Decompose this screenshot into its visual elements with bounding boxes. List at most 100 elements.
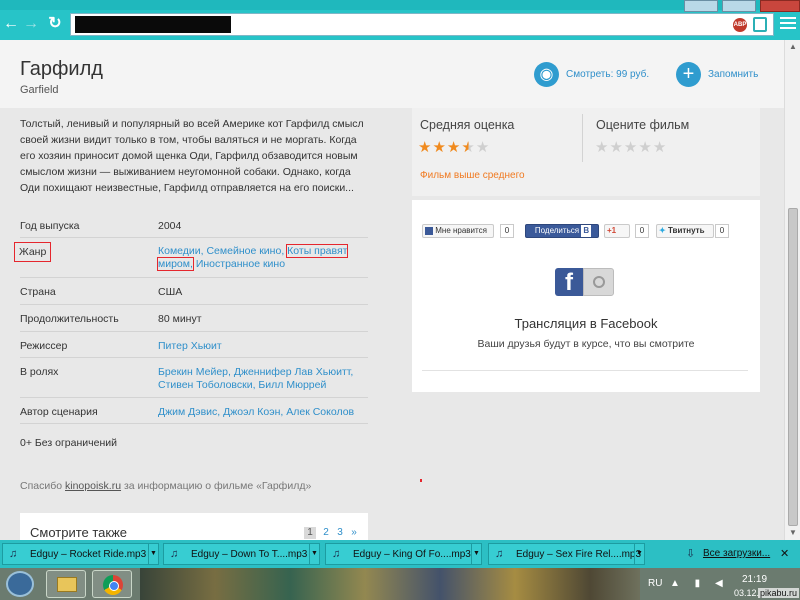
- facebook-broadcast-subtitle: Ваши друзья будут в курсе, что вы смотри…: [477, 338, 695, 350]
- cast-links[interactable]: Брекин Мейер, Дженнифер Лав Хьюитт, Стив…: [158, 366, 368, 392]
- menu-icon[interactable]: [780, 17, 796, 31]
- cast-label: В ролях: [20, 366, 59, 378]
- taskbar: RU ▲ ▮ ◀ 21:19 03.12. pikabu.ru: [0, 568, 800, 600]
- gplus-label: +1: [607, 226, 617, 235]
- detail-row-cast: В ролях Брекин Мейер, Дженнифер Лав Хьюи…: [20, 358, 368, 398]
- star-icon[interactable]: ★: [653, 139, 667, 156]
- page-1-button[interactable]: 1: [304, 527, 316, 539]
- source-credit-suffix: за информацию о фильме «Гарфилд»: [123, 480, 312, 492]
- director-label: Режиссер: [20, 340, 68, 352]
- back-arrow-icon[interactable]: ←: [2, 15, 20, 33]
- chrome-icon: [103, 575, 123, 595]
- star-icon[interactable]: ★: [624, 139, 638, 156]
- red-dot: [420, 479, 422, 482]
- chevron-down-icon[interactable]: ▼: [634, 544, 644, 564]
- scroll-up-icon[interactable]: ▲: [788, 42, 798, 52]
- year-value: 2004: [158, 220, 182, 232]
- adblock-icon[interactable]: ABP: [733, 18, 747, 32]
- scroll-down-icon[interactable]: ▼: [788, 528, 798, 538]
- age-rating: 0+ Без ограничений: [20, 437, 117, 449]
- see-also-panel: Смотрите также 1 2 3 »: [20, 513, 368, 540]
- maximize-button[interactable]: [722, 0, 756, 12]
- download-filename: Edguy – Sex Fire Rel....mp3: [516, 549, 642, 560]
- chevron-down-icon[interactable]: ▼: [309, 544, 319, 564]
- plus-icon[interactable]: +: [676, 62, 701, 87]
- close-window-button[interactable]: [760, 0, 800, 12]
- clock-time[interactable]: 21:19: [742, 574, 767, 585]
- page-content: Гарфилд Garfield ◉ Смотреть: 99 руб. + З…: [0, 40, 784, 540]
- facebook-broadcast-toggle[interactable]: [583, 268, 614, 296]
- tweet-button[interactable]: ✦ Твитнуть: [656, 224, 714, 238]
- writer-links[interactable]: Джим Дэвис, Джоэл Коэн, Алек Соколов: [158, 406, 368, 419]
- download-item[interactable]: ♫ Edguy – Down To T....mp3 ▼: [163, 543, 320, 565]
- movie-header: Гарфилд Garfield ◉ Смотреть: 99 руб. + З…: [0, 40, 784, 108]
- chevron-down-icon[interactable]: ▼: [471, 544, 481, 564]
- rating-panel: Средняя оценка Оцените фильм ★★★★★ ★★★★★…: [412, 108, 760, 196]
- minimize-button[interactable]: [684, 0, 718, 12]
- star-icon[interactable]: ★: [609, 139, 623, 156]
- eye-icon[interactable]: ◉: [534, 62, 559, 87]
- save-button[interactable]: Запомнить: [708, 69, 758, 80]
- see-also-title: Смотрите также: [30, 525, 128, 540]
- genre-link-world[interactable]: миром,: [157, 257, 194, 271]
- facebook-broadcast-title: Трансляция в Facebook: [514, 316, 658, 331]
- scrollbar-thumb[interactable]: [788, 208, 798, 526]
- toggle-off-icon: [593, 276, 605, 288]
- twitter-bird-icon: ✦: [659, 226, 666, 235]
- gplus-count: 0: [635, 224, 649, 238]
- vk-share-button[interactable]: Поделиться В: [525, 224, 599, 238]
- star-icon: ★: [461, 139, 476, 156]
- url-redacted: [75, 16, 231, 33]
- facebook-like-button[interactable]: Мне нравится: [422, 224, 494, 238]
- tray-icons[interactable]: ▲ ▮ ◀: [670, 578, 729, 589]
- detail-row-year: Год выпуска 2004: [20, 214, 368, 238]
- forward-arrow-icon[interactable]: →: [22, 15, 40, 33]
- watch-button[interactable]: Смотреть: 99 руб.: [566, 69, 649, 80]
- download-filename: Edguy – Rocket Ride.mp3: [30, 549, 147, 560]
- language-indicator[interactable]: RU: [648, 578, 662, 589]
- clock-date[interactable]: 03.12.: [734, 588, 759, 598]
- taskbar-chrome[interactable]: [92, 570, 132, 598]
- start-button[interactable]: [6, 571, 34, 597]
- rating-caption: Фильм выше среднего: [420, 170, 525, 181]
- genre-link-cats-rule[interactable]: Коты правят: [286, 244, 349, 258]
- gplus-button[interactable]: +1: [604, 224, 630, 238]
- rate-movie-label: Оцените фильм: [596, 118, 690, 132]
- share-label: Поделиться: [534, 226, 580, 235]
- star-icon[interactable]: ★: [595, 139, 609, 156]
- close-icon[interactable]: ✕: [780, 547, 789, 560]
- address-bar[interactable]: ABP: [70, 13, 774, 36]
- page-3-button[interactable]: 3: [334, 527, 346, 539]
- source-credit: Спасибо kinopoisk.ru за информацию о фил…: [20, 480, 311, 492]
- all-downloads-link[interactable]: Все загрузки...: [703, 548, 770, 559]
- social-panel: Мне нравится 0 Поделиться В +1 0 ✦ Твитн…: [412, 200, 760, 392]
- director-link[interactable]: Питер Хьюит: [158, 340, 368, 353]
- browser-toolbar: ← → ↻ ABP: [0, 0, 800, 40]
- star-icon[interactable]: ★: [638, 139, 652, 156]
- extension-icon[interactable]: [753, 17, 767, 32]
- writer-label: Автор сценария: [20, 406, 98, 418]
- genre-link-comedy-family[interactable]: Комедии, Семейное кино,: [158, 245, 284, 257]
- download-item[interactable]: ♫ Edguy – Sex Fire Rel....mp3 ▼: [488, 543, 645, 565]
- download-item[interactable]: ♫ Edguy – Rocket Ride.mp3 ▼: [2, 543, 159, 565]
- kinopoisk-link[interactable]: kinopoisk.ru: [65, 480, 121, 492]
- reload-icon[interactable]: ↻: [46, 15, 64, 33]
- taskbar-explorer[interactable]: [46, 570, 86, 598]
- chevron-down-icon[interactable]: ▼: [148, 544, 158, 564]
- user-rating-stars[interactable]: ★★★★★: [595, 138, 667, 156]
- like-label: Мне нравится: [435, 226, 487, 235]
- page-2-button[interactable]: 2: [320, 527, 332, 539]
- page-scrollbar[interactable]: ▲ ▼: [784, 40, 800, 540]
- download-item[interactable]: ♫ Edguy – King Of Fo....mp3 ▼: [325, 543, 482, 565]
- tweet-label: Твитнуть: [667, 226, 705, 235]
- next-page-button[interactable]: »: [348, 527, 360, 539]
- star-icon: ★: [418, 139, 433, 156]
- page-title: Гарфилд: [20, 58, 103, 80]
- download-filename: Edguy – King Of Fo....mp3: [353, 549, 471, 560]
- like-count: 0: [500, 224, 514, 238]
- original-title: Garfield: [20, 84, 59, 96]
- genre-link-foreign[interactable]: Иностранное кино: [196, 258, 285, 270]
- genre-value: Комедии, Семейное кино, Коты правят миро…: [157, 244, 368, 271]
- window-controls: [670, 0, 800, 12]
- audio-file-icon: ♫: [332, 548, 341, 560]
